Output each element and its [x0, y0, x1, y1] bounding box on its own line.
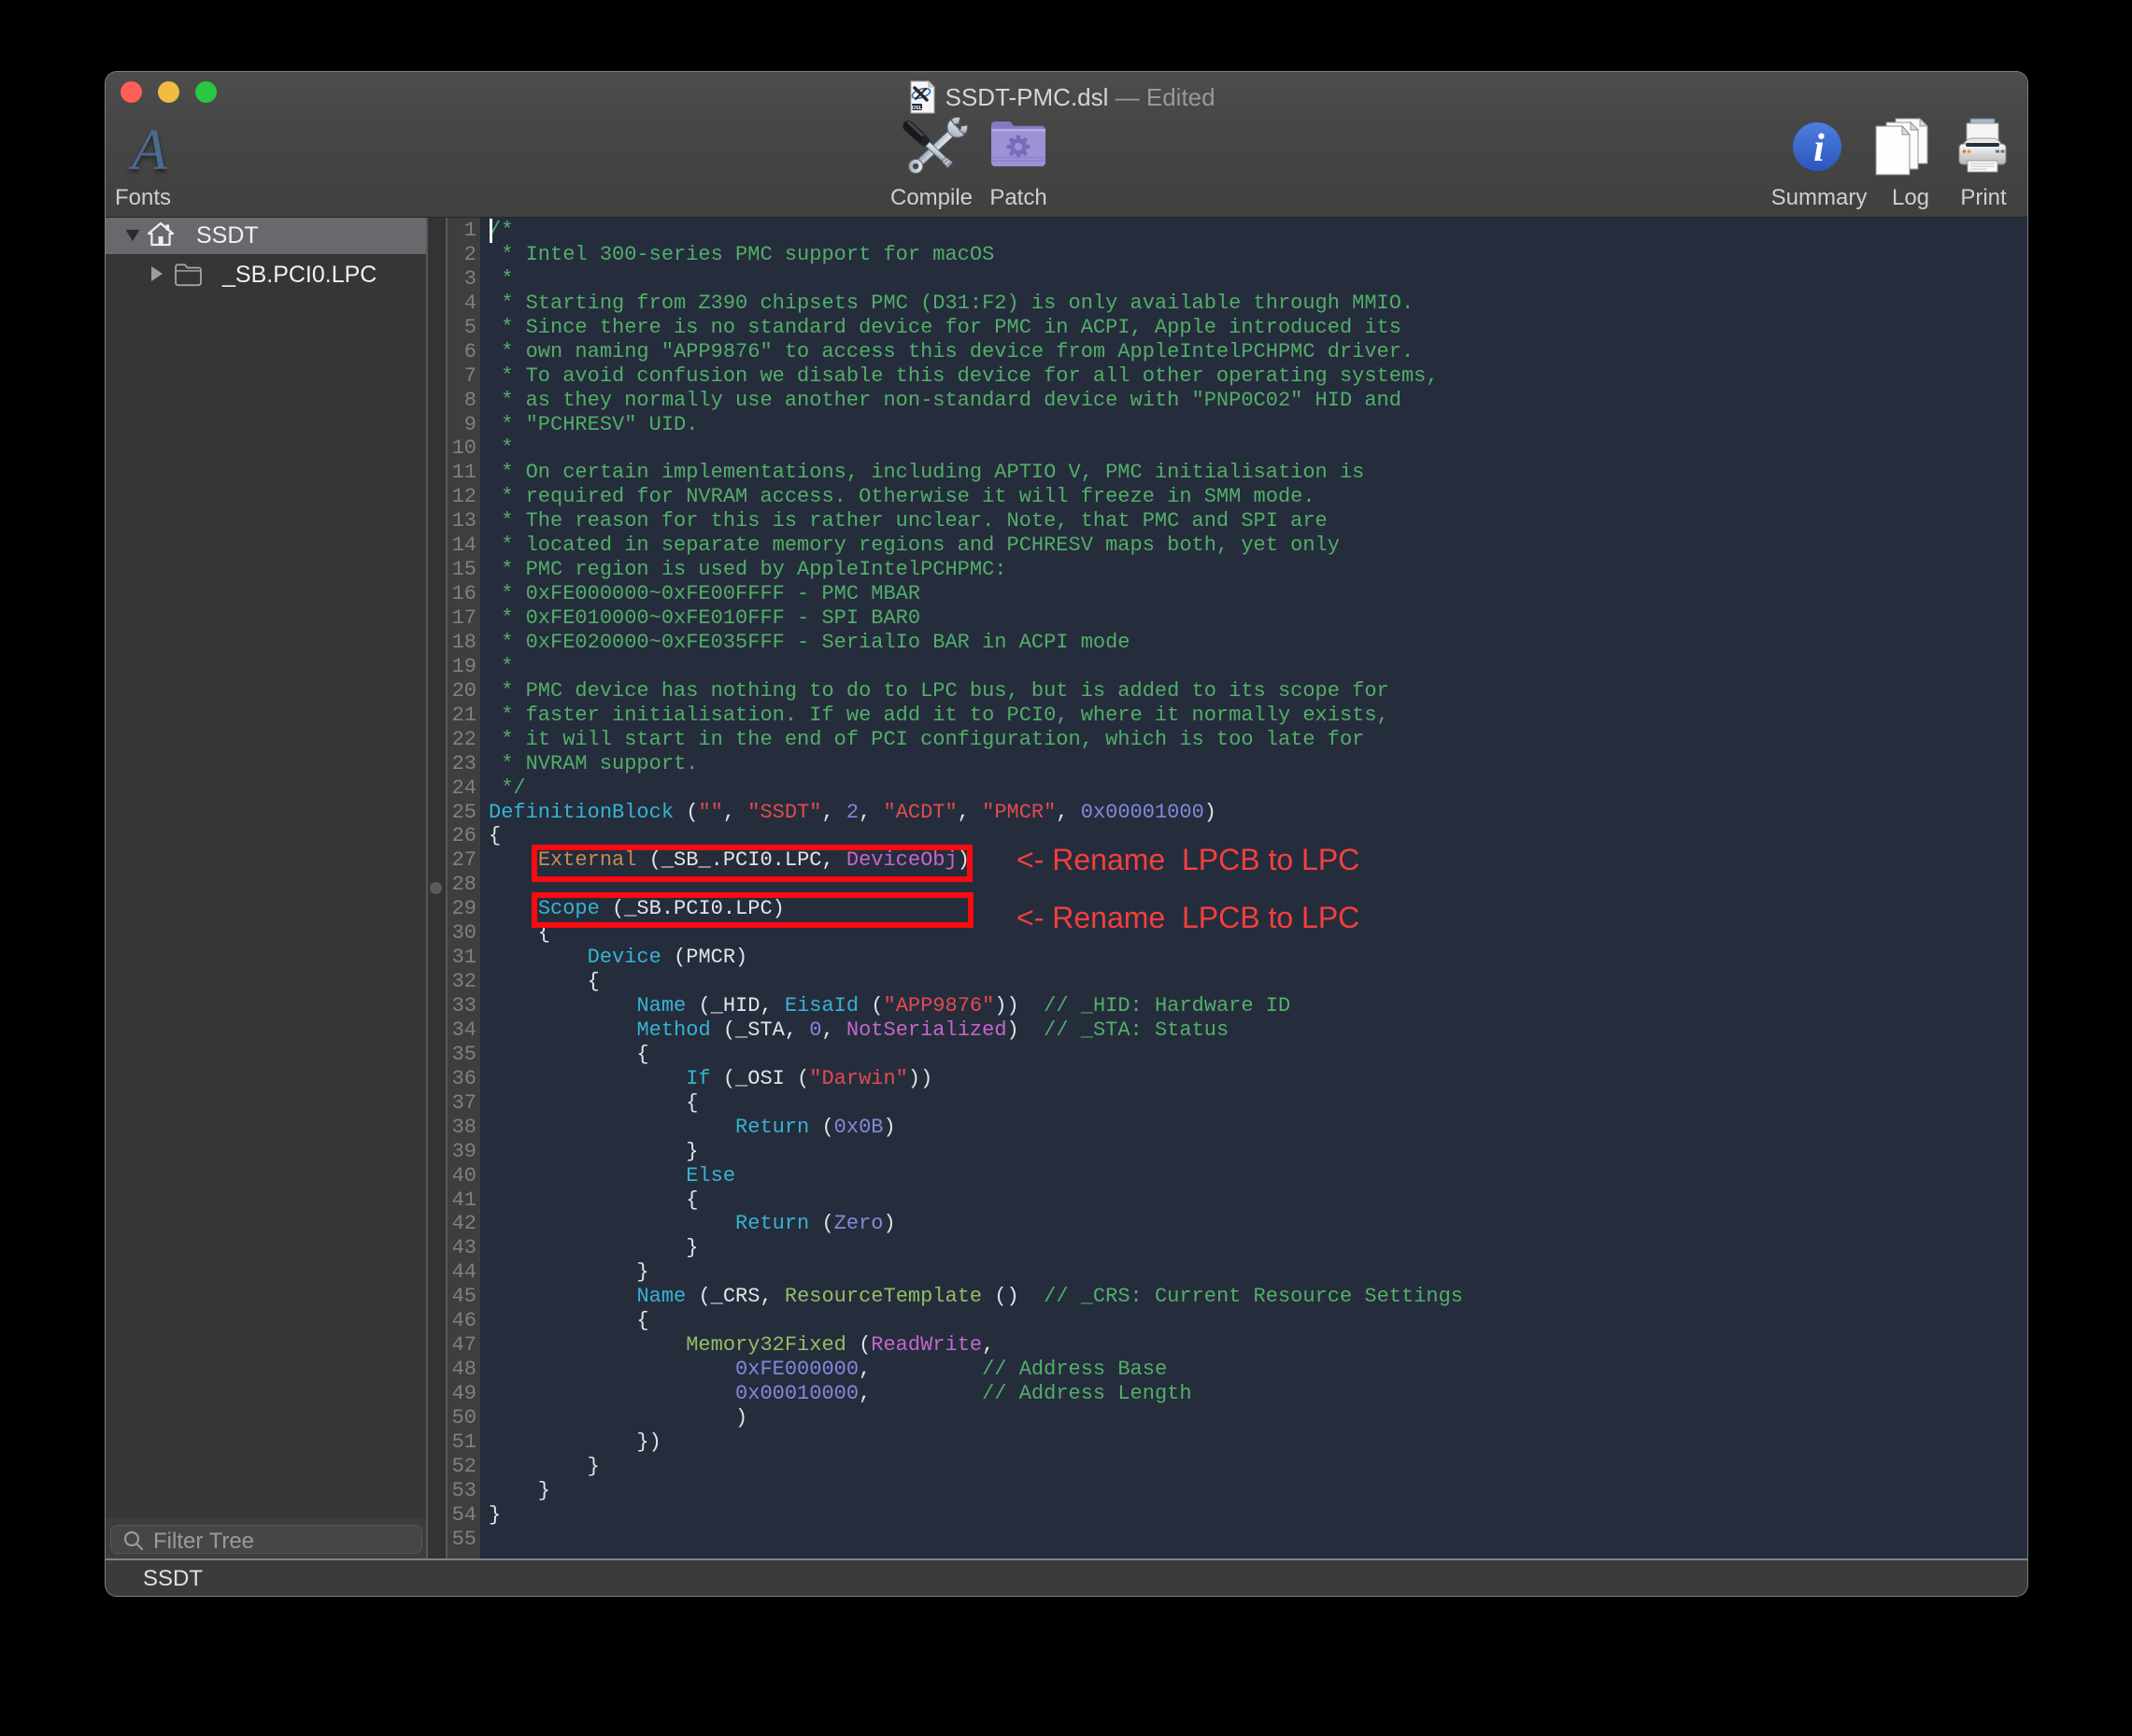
- svg-text:i: i: [1813, 127, 1825, 170]
- svg-text:DSL: DSL: [912, 106, 923, 111]
